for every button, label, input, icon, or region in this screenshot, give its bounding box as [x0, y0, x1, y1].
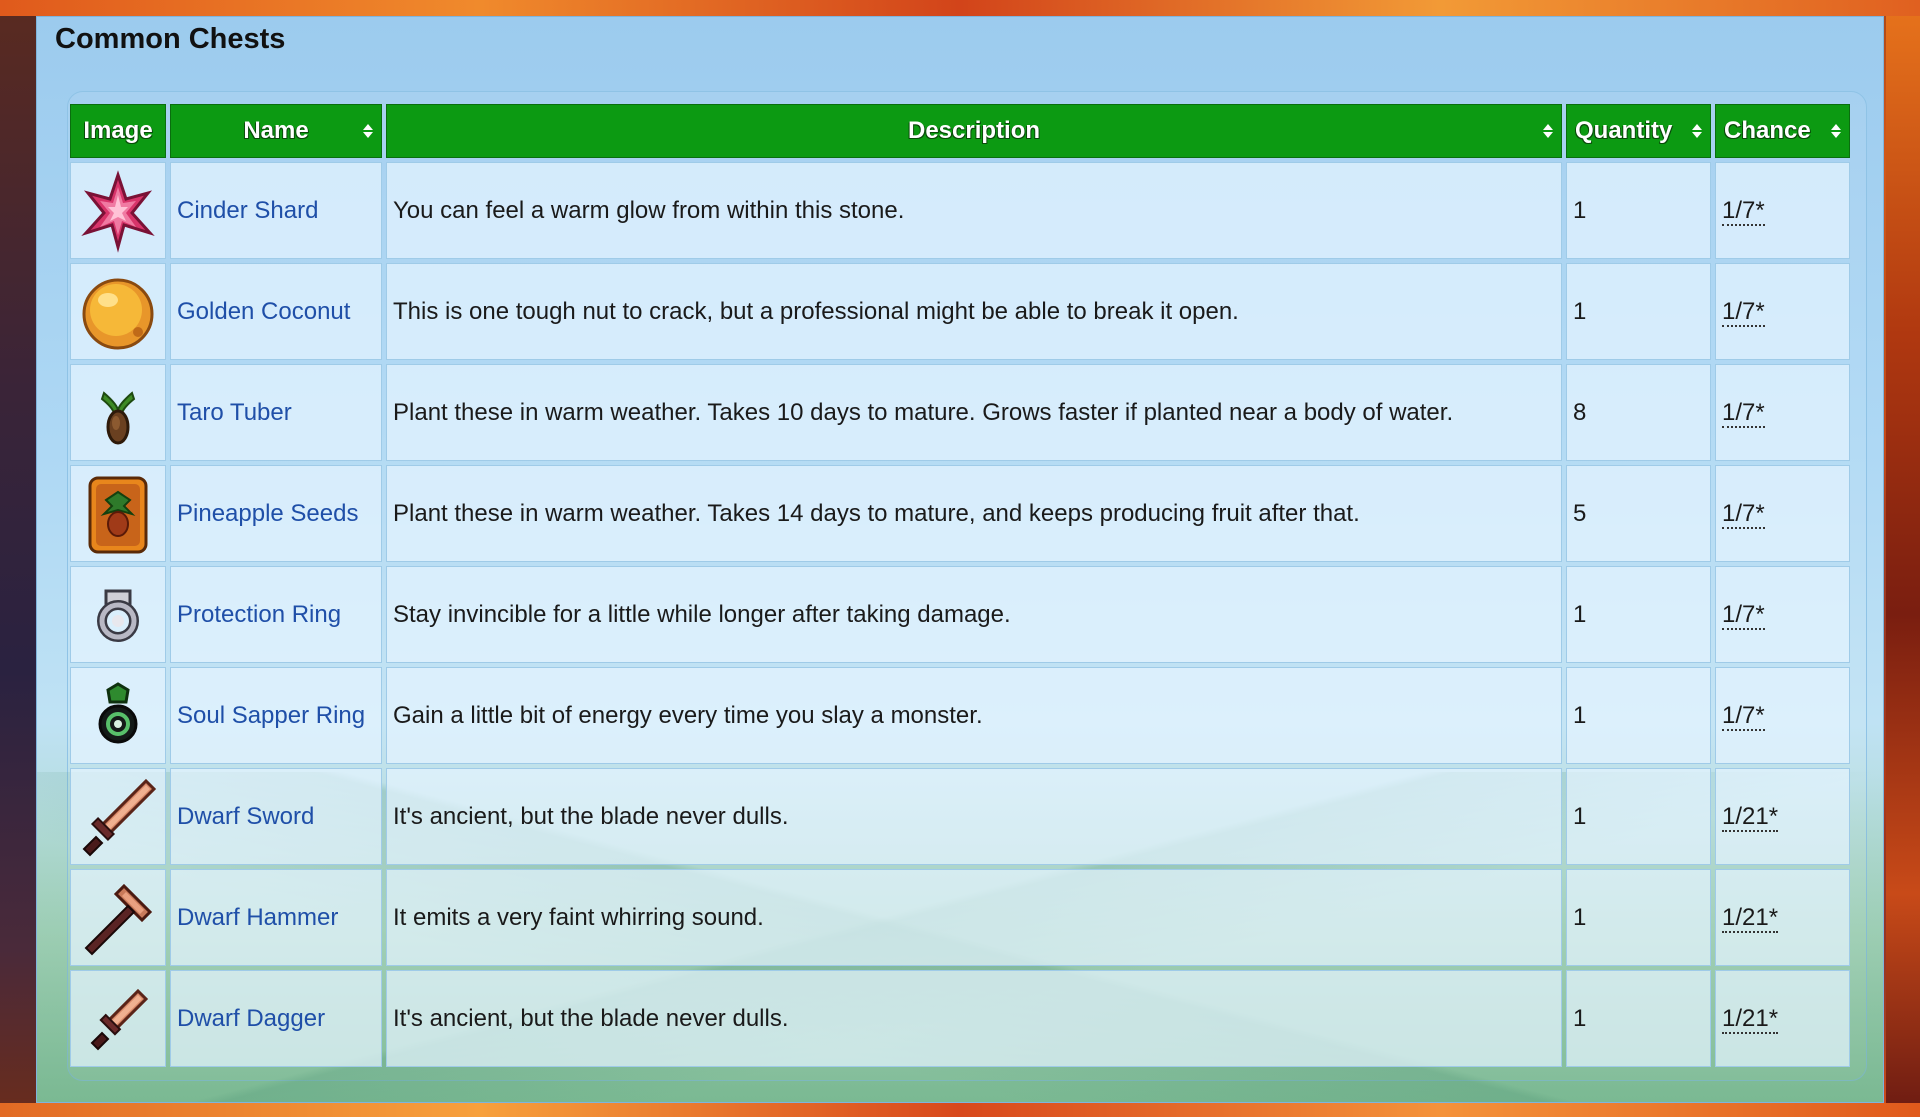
item-chance-cell: 1/7*	[1715, 465, 1850, 562]
item-description: You can feel a warm glow from within thi…	[386, 162, 1562, 259]
table-row: Dwarf Sword It's ancient, but the blade …	[70, 768, 1850, 865]
item-description: Plant these in warm weather. Takes 14 da…	[386, 465, 1562, 562]
item-image-cell	[70, 162, 166, 259]
item-chance[interactable]: 1/7*	[1722, 297, 1765, 327]
column-header-image: Image	[70, 104, 166, 158]
item-quantity: 5	[1566, 465, 1711, 562]
table-row: Dwarf Hammer It emits a very faint whirr…	[70, 869, 1850, 966]
item-chance[interactable]: 1/21*	[1722, 802, 1779, 832]
item-image-cell	[70, 970, 166, 1067]
dwarf-hammer-icon	[84, 883, 153, 955]
item-name-link[interactable]: Pineapple Seeds	[170, 465, 382, 562]
item-chance[interactable]: 1/7*	[1722, 600, 1765, 630]
item-image-cell	[70, 465, 166, 562]
item-description: It's ancient, but the blade never dulls.	[386, 768, 1562, 865]
table-row: Taro Tuber Plant these in warm weather. …	[70, 364, 1850, 461]
item-description: Gain a little bit of energy every time y…	[386, 667, 1562, 764]
item-quantity: 1	[1566, 566, 1711, 663]
item-chance[interactable]: 1/7*	[1722, 701, 1765, 731]
item-chance[interactable]: 1/21*	[1722, 903, 1779, 933]
dwarf-sword-icon	[82, 778, 157, 856]
column-header-description[interactable]: Description	[386, 104, 1562, 158]
item-image-cell	[70, 667, 166, 764]
item-description: This is one tough nut to crack, but a pr…	[386, 263, 1562, 360]
item-image-cell	[70, 364, 166, 461]
item-quantity: 1	[1566, 869, 1711, 966]
column-header-chance[interactable]: Chance	[1715, 104, 1850, 158]
column-header-label: Description	[907, 117, 1041, 144]
column-header-label: Image	[83, 117, 153, 144]
cinder-shard-icon	[81, 169, 155, 253]
item-quantity: 1	[1566, 970, 1711, 1067]
table-row: Golden Coconut This is one tough nut to …	[70, 263, 1850, 360]
item-image-cell	[70, 566, 166, 663]
item-chance-cell: 1/7*	[1715, 566, 1850, 663]
background-lava-top	[0, 0, 1920, 16]
item-name-link[interactable]: Dwarf Dagger	[170, 970, 382, 1067]
item-chance-cell: 1/7*	[1715, 263, 1850, 360]
item-image-cell	[70, 869, 166, 966]
item-chance-cell: 1/21*	[1715, 970, 1850, 1067]
sort-arrows-icon[interactable]	[1543, 124, 1553, 138]
table-row: Dwarf Dagger It's ancient, but the blade…	[70, 970, 1850, 1067]
item-chance-cell: 1/7*	[1715, 162, 1850, 259]
item-chance[interactable]: 1/7*	[1722, 196, 1765, 226]
column-header-label: Name	[243, 117, 309, 144]
sort-arrows-icon[interactable]	[1692, 124, 1702, 138]
item-quantity: 1	[1566, 768, 1711, 865]
item-description: It's ancient, but the blade never dulls.	[386, 970, 1562, 1067]
sort-arrows-icon[interactable]	[1831, 124, 1841, 138]
item-image-cell	[70, 768, 166, 865]
table-row: Cinder Shard You can feel a warm glow fr…	[70, 162, 1850, 259]
item-quantity: 1	[1566, 667, 1711, 764]
item-name-link[interactable]: Cinder Shard	[170, 162, 382, 259]
item-chance-cell: 1/21*	[1715, 869, 1850, 966]
item-image-cell	[70, 263, 166, 360]
column-header-name[interactable]: Name	[170, 104, 382, 158]
sort-arrows-icon[interactable]	[363, 124, 373, 138]
item-quantity: 1	[1566, 263, 1711, 360]
item-name-link[interactable]: Soul Sapper Ring	[170, 667, 382, 764]
item-chance-cell: 1/7*	[1715, 667, 1850, 764]
background-rock-left	[0, 0, 36, 1117]
item-description: Stay invincible for a little while longe…	[386, 566, 1562, 663]
protection-ring-icon	[97, 589, 139, 642]
panel-title: Common Chests	[55, 23, 286, 55]
background-lava-bottom	[0, 1103, 1920, 1117]
background-lava-right	[1886, 0, 1920, 1117]
item-chance-cell: 1/7*	[1715, 364, 1850, 461]
item-chance[interactable]: 1/7*	[1722, 499, 1765, 529]
item-chance[interactable]: 1/21*	[1722, 1004, 1779, 1034]
taro-tuber-icon	[100, 390, 136, 444]
item-name-link[interactable]: Protection Ring	[170, 566, 382, 663]
column-header-label: Quantity	[1575, 117, 1673, 144]
table-row: Soul Sapper Ring Gain a little bit of en…	[70, 667, 1850, 764]
item-name-link[interactable]: Dwarf Sword	[170, 768, 382, 865]
soul-sapper-ring-icon	[98, 681, 138, 743]
table-row: Protection Ring Stay invincible for a li…	[70, 566, 1850, 663]
item-name-link[interactable]: Taro Tuber	[170, 364, 382, 461]
table-header-row: Image Name Description Quantity Chance	[70, 104, 1850, 158]
column-header-label: Chance	[1724, 117, 1811, 144]
item-chance-cell: 1/21*	[1715, 768, 1850, 865]
pineapple-seeds-icon	[88, 476, 148, 553]
item-description: Plant these in warm weather. Takes 10 da…	[386, 364, 1562, 461]
item-quantity: 1	[1566, 162, 1711, 259]
item-description: It emits a very faint whirring sound.	[386, 869, 1562, 966]
dwarf-dagger-icon	[90, 988, 149, 1050]
item-name-link[interactable]: Golden Coconut	[170, 263, 382, 360]
table-row: Pineapple Seeds Plant these in warm weat…	[70, 465, 1850, 562]
item-quantity: 8	[1566, 364, 1711, 461]
item-name-link[interactable]: Dwarf Hammer	[170, 869, 382, 966]
column-header-quantity[interactable]: Quantity	[1566, 104, 1711, 158]
golden-coconut-icon	[82, 278, 154, 349]
loot-table: Image Name Description Quantity Chance C…	[66, 100, 1854, 1071]
item-chance[interactable]: 1/7*	[1722, 398, 1765, 428]
